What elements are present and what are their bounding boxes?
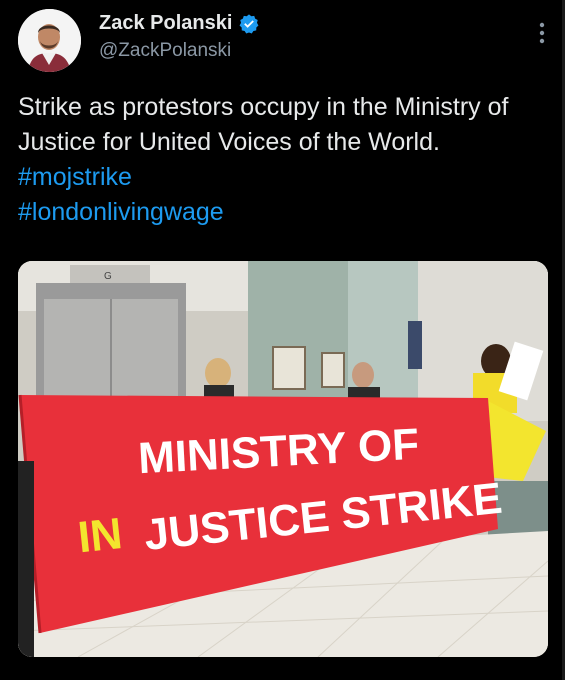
tweet-body-text: Strike as protestors occupy in the Minis… (18, 93, 509, 156)
avatar-photo (18, 9, 81, 72)
author-display-name[interactable]: Zack Polanski (99, 12, 232, 35)
author-handle[interactable]: @ZackPolanski (99, 40, 231, 62)
tweet-photo[interactable]: G MINISTRY OF IN JUSTICE STRIKE (18, 261, 548, 657)
hashtag-londonlivingwage[interactable]: #londonlivingwage (18, 198, 224, 226)
author-name-row[interactable]: Zack Polanski (99, 12, 260, 35)
tweet-text: Strike as protestors occupy in the Minis… (18, 90, 538, 230)
lift-sign: G (104, 271, 112, 282)
protest-photo-illustration: G MINISTRY OF IN JUSTICE STRIKE (18, 261, 548, 657)
banner-line-2-highlight: IN (76, 509, 125, 562)
more-options-icon[interactable] (539, 22, 545, 44)
verified-badge-icon (239, 13, 259, 34)
hashtag-mojstrike[interactable]: #mojstrike (18, 163, 132, 191)
avatar[interactable] (18, 9, 81, 72)
